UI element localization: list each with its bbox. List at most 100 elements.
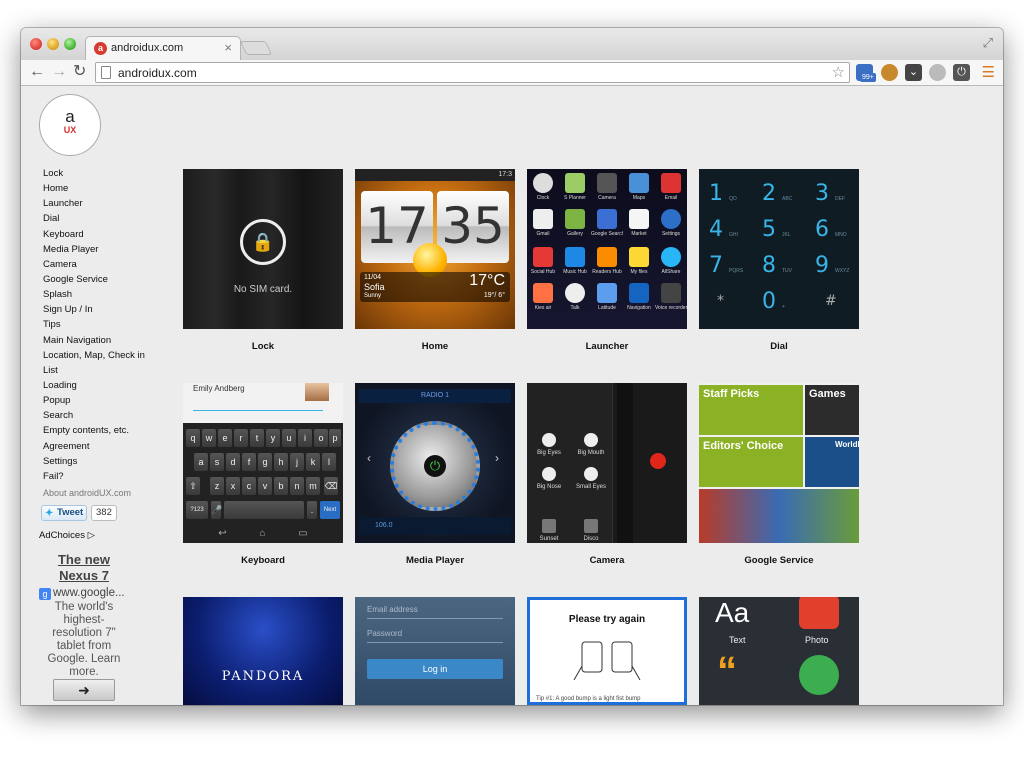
logo-letter: a	[65, 107, 75, 126]
nav-item-camera[interactable]: Camera	[43, 257, 163, 272]
site-logo[interactable]: a UX	[39, 94, 101, 156]
my-files-app-icon	[629, 247, 649, 267]
bookmark-star-icon[interactable]: ☆	[832, 63, 845, 81]
ad-arrow-button[interactable]: ➜	[53, 679, 115, 701]
dial-letters: +	[782, 304, 785, 310]
thumb-home[interactable]: 17:3 17 35 11/04 Sofia Sunny 17°C 19°/ 6…	[355, 169, 515, 329]
nav-item-search[interactable]: Search	[43, 408, 163, 423]
ad-url[interactable]: g www.google...	[39, 586, 129, 600]
thumb-label-dial[interactable]: Dial	[699, 341, 859, 352]
adchoices-label: AdChoices	[39, 530, 85, 541]
close-tab-icon[interactable]: ×	[224, 41, 232, 54]
title-bar: a androidux.com × ⤢	[21, 28, 1003, 60]
thumb-label-home[interactable]: Home	[355, 341, 515, 352]
nav-item-list[interactable]: List	[43, 363, 163, 378]
thumb-pandora[interactable]: PANDORA	[183, 597, 343, 705]
browser-tab[interactable]: a androidux.com ×	[85, 36, 241, 60]
thumb-media-player[interactable]: RADIO 1 ‹ ⏻ › 106.0	[355, 383, 515, 543]
thumb-try-again[interactable]: Please try again Tip #1: A good bump is …	[527, 597, 687, 705]
photo-icon-label: Photo	[805, 635, 829, 645]
nav-item-sign-up-in[interactable]: Sign Up / In	[43, 302, 163, 317]
app-label: Readers Hub	[592, 269, 622, 275]
close-window-button[interactable]	[30, 38, 42, 50]
dial-digit: 9	[815, 253, 829, 278]
about-link[interactable]: About androidUX.com	[43, 486, 163, 501]
nav-item-settings[interactable]: Settings	[43, 454, 163, 469]
thumb-label-lock[interactable]: Lock	[183, 341, 343, 352]
nav-item-splash[interactable]: Splash	[43, 287, 163, 302]
thumb-camera[interactable]: Big Eyes Big Mouth Big Nose Small Eyes S…	[527, 383, 687, 543]
dial-digit: 6	[815, 217, 829, 242]
app-label: Kies air	[534, 305, 552, 311]
key-symbols: ?123	[186, 501, 208, 519]
mic-key-icon: 🎤	[211, 501, 222, 519]
app-social-hub: Social Hub	[527, 247, 559, 276]
minimize-window-button[interactable]	[47, 38, 59, 50]
nav-item-google-service[interactable]: Google Service	[43, 272, 163, 287]
thumb-label-camera[interactable]: Camera	[527, 555, 687, 566]
app-settings: Settings	[655, 209, 687, 238]
nav-item-empty-contents[interactable]: Empty contents, etc.	[43, 423, 163, 438]
reload-icon[interactable]: ↻	[73, 62, 86, 82]
nav-item-launcher[interactable]: Launcher	[43, 196, 163, 211]
latitude-app-icon	[597, 283, 617, 303]
face-icon	[584, 433, 598, 447]
nav-item-loading[interactable]: Loading	[43, 378, 163, 393]
tab-title: androidux.com	[111, 42, 184, 54]
nav-item-dial[interactable]: Dial	[43, 211, 163, 226]
thumb-lock[interactable]: 🔒 No SIM card.	[183, 169, 343, 329]
app-voice-recorder: Voice recorder	[655, 283, 687, 312]
nav-item-location[interactable]: Location, Map, Check in	[43, 348, 163, 363]
new-tab-button[interactable]	[239, 41, 273, 55]
nav-item-agreement[interactable]: Agreement	[43, 439, 163, 454]
thumb-label-launcher[interactable]: Launcher	[527, 341, 687, 352]
nav-item-media-player[interactable]: Media Player	[43, 242, 163, 257]
thumb-keyboard[interactable]: Emily Andberg q w e r t y u i o p a s d	[183, 383, 343, 543]
power-icon[interactable]: ⏻	[953, 64, 970, 81]
fullscreen-icon[interactable]: ⤢	[983, 35, 993, 51]
thumb-label-google-service[interactable]: Google Service	[699, 555, 859, 566]
url-text[interactable]: androidux.com	[118, 66, 197, 80]
thumb-sign-in[interactable]: Email address Password Log in	[355, 597, 515, 705]
key-space	[224, 501, 304, 519]
dial-letters: JKL	[782, 232, 791, 238]
thumb-google-service[interactable]: Staff Picks Games Editors' Choice WorldM	[699, 383, 859, 543]
ad-title[interactable]: The new Nexus 7	[39, 552, 129, 584]
zoom-window-button[interactable]	[64, 38, 76, 50]
thumb-label-keyboard[interactable]: Keyboard	[183, 555, 343, 566]
thumb-dial[interactable]: 1 QO 2 ABC 3 DEF 4 GHI 5 JKL 6 MNO 7 PQRS 8 TUV …	[699, 169, 859, 329]
key-f: f	[242, 453, 256, 471]
thumb-launcher[interactable]: Clock S Planner Camera Maps Email Gmail …	[527, 169, 687, 329]
forward-icon[interactable]: →	[51, 62, 67, 82]
adchoices-link[interactable]: AdChoices ▷	[39, 530, 95, 541]
tweet-button[interactable]: ✦ Tweet	[41, 505, 87, 521]
text-icon: Aa	[715, 597, 750, 628]
back-icon[interactable]: ←	[29, 62, 45, 82]
photo-icon	[799, 597, 839, 629]
key-e: e	[218, 429, 232, 447]
dial-letters: QO	[729, 196, 737, 202]
face-icon	[542, 467, 556, 481]
nav-item-home[interactable]: Home	[43, 181, 163, 196]
thumb-icons[interactable]: Aa Text Photo “	[699, 597, 859, 705]
menu-icon[interactable]: ☰	[982, 64, 995, 81]
app-label: Talk	[570, 305, 580, 311]
nav-item-fail[interactable]: Fail?	[43, 469, 163, 484]
address-bar[interactable]: androidux.com ☆	[95, 62, 850, 83]
search-app-icon	[597, 209, 617, 229]
android-nav-bar: ↩ ⌂ ▭	[218, 528, 308, 539]
nav-item-lock[interactable]: Lock	[43, 166, 163, 181]
extension-icon[interactable]: 99+	[856, 64, 876, 82]
cookie-icon[interactable]	[881, 64, 898, 81]
sync-icon[interactable]	[929, 64, 946, 81]
dial-key-1: 1 QO	[701, 179, 751, 215]
nav-item-main-navigation[interactable]: Main Navigation	[43, 333, 163, 348]
key-j: j	[290, 453, 304, 471]
app-allshare: AllShare	[655, 247, 687, 276]
nav-item-popup[interactable]: Popup	[43, 393, 163, 408]
thumb-label-media-player[interactable]: Media Player	[355, 555, 515, 566]
nav-item-keyboard[interactable]: Keyboard	[43, 227, 163, 242]
effect-label: Big Eyes	[537, 450, 561, 456]
nav-item-tips[interactable]: Tips	[43, 317, 163, 332]
pocket-icon[interactable]: ⌄	[905, 64, 922, 81]
